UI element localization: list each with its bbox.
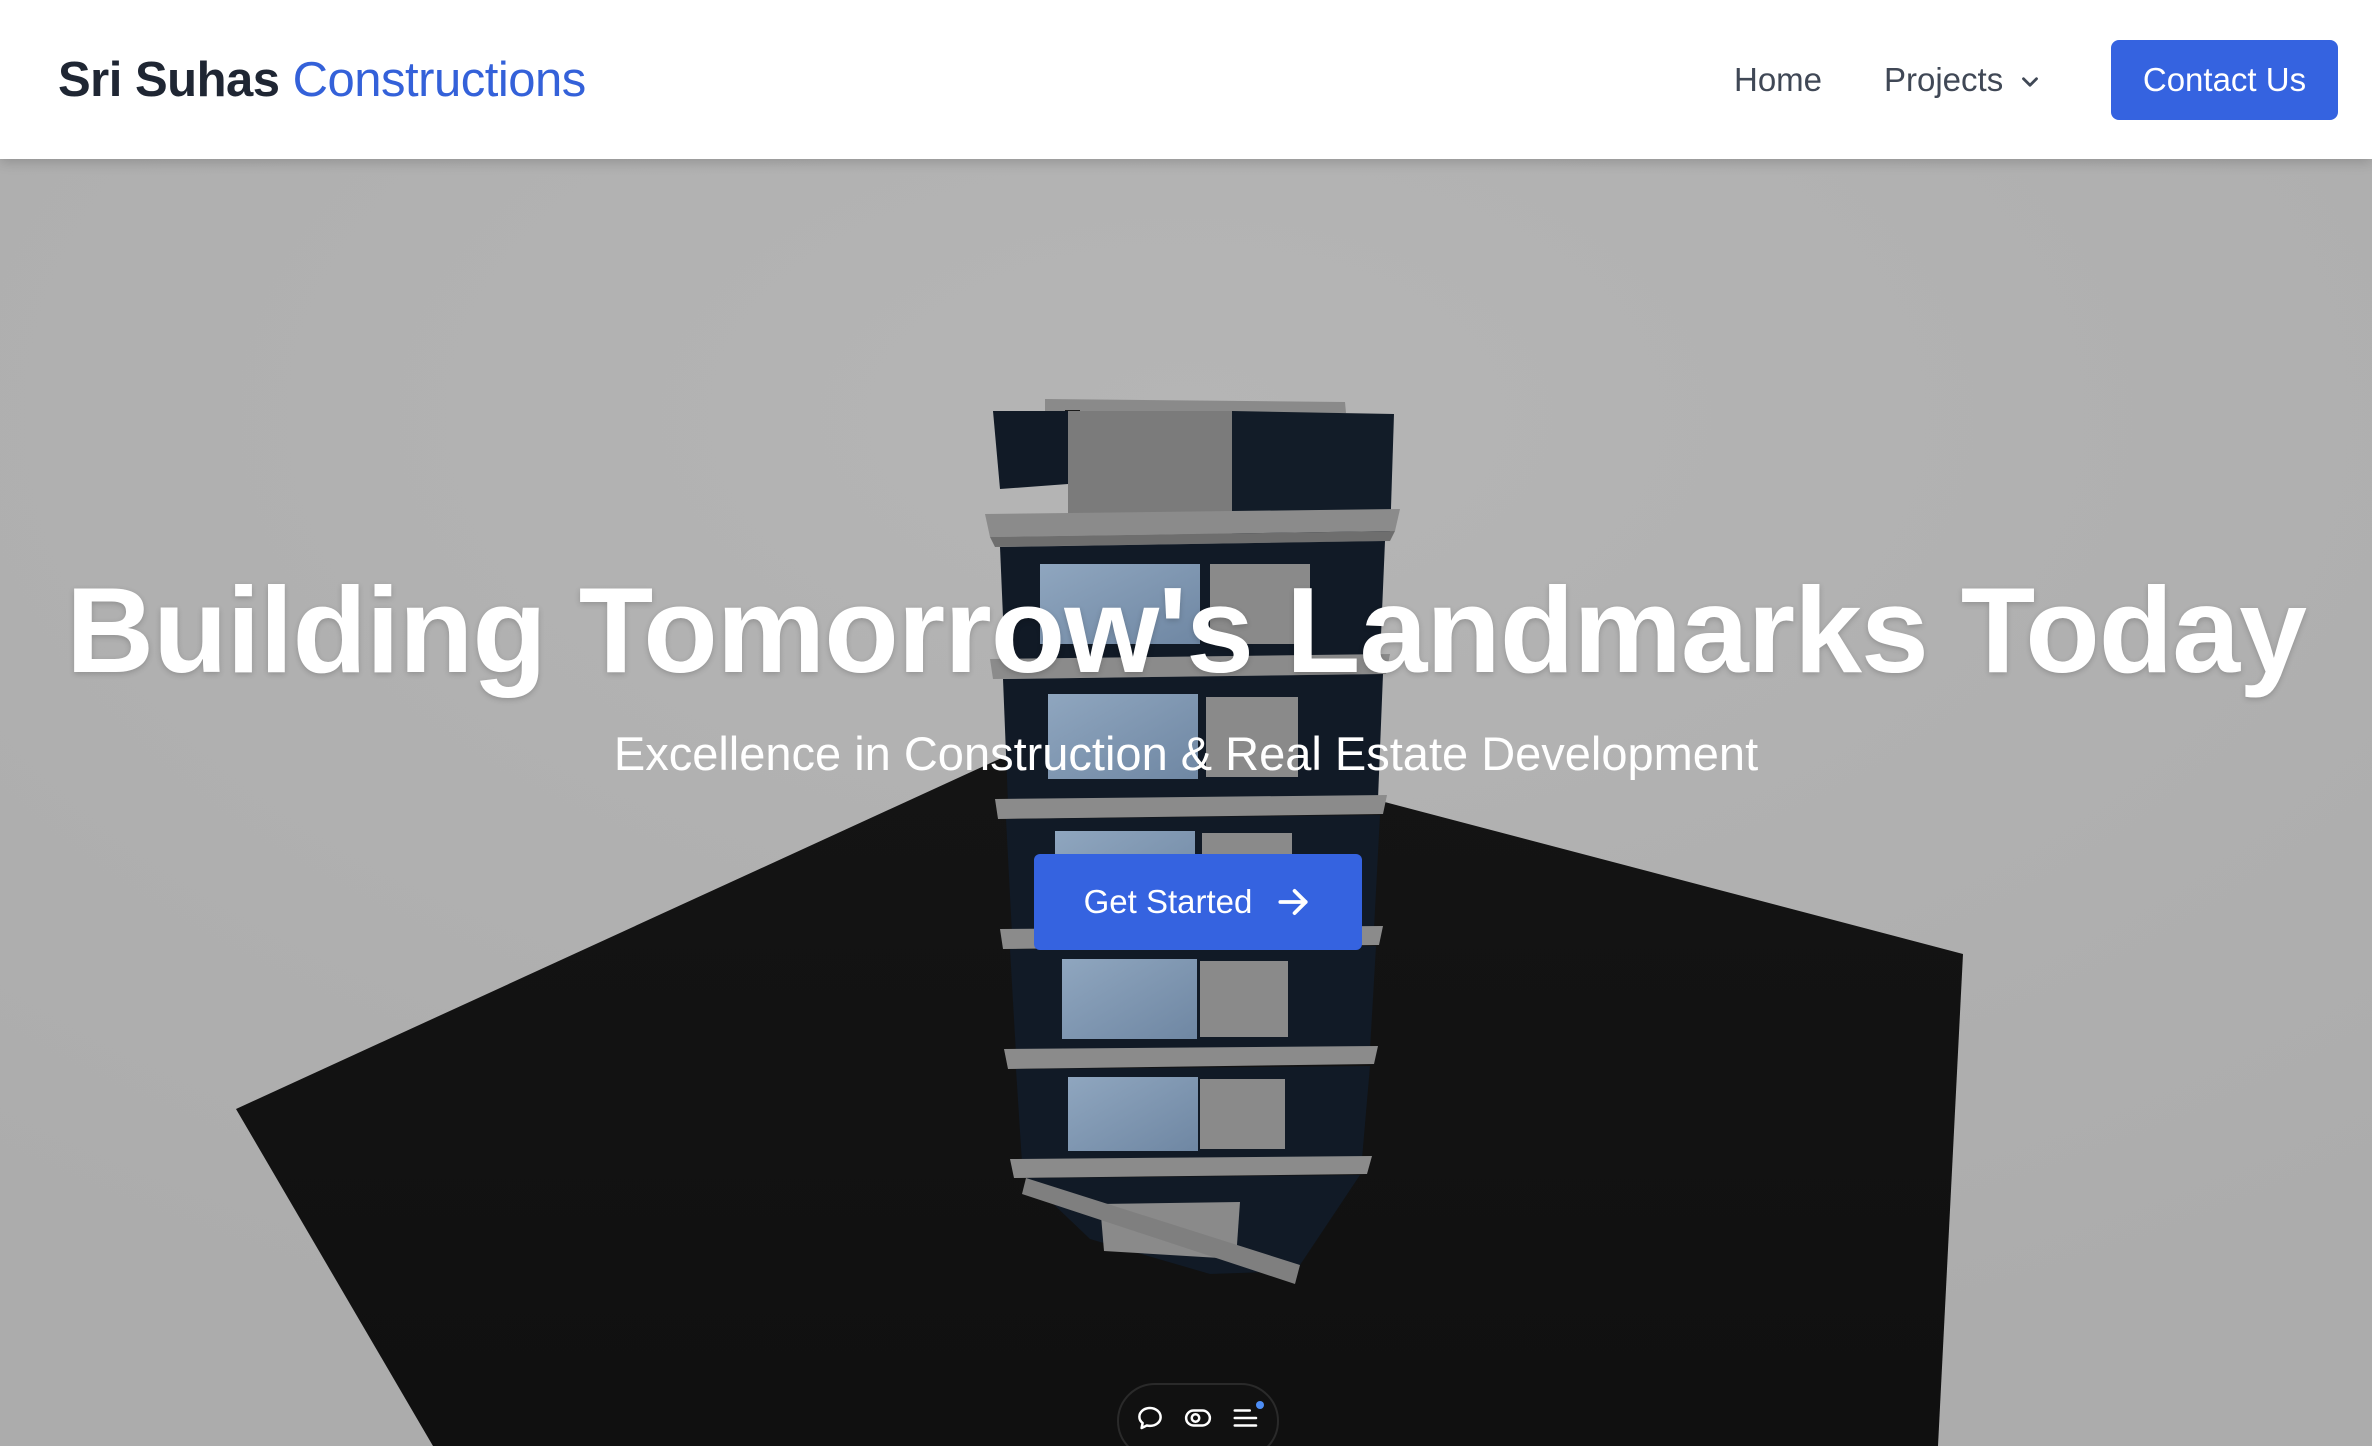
- nav-home-link[interactable]: Home: [1734, 56, 1822, 104]
- eye-icon: [1184, 1409, 1212, 1427]
- arrow-right-icon: [1278, 889, 1308, 915]
- hero-title: Building Tomorrow's Landmarks Today: [66, 562, 2307, 698]
- notification-dot: [1256, 1401, 1264, 1409]
- brand-logo[interactable]: Sri Suhas Constructions: [58, 50, 586, 110]
- comment-button[interactable]: [1135, 1403, 1165, 1433]
- chevron-down-icon: [2022, 77, 2039, 87]
- nav-projects-dropdown[interactable]: Projects: [1884, 56, 2043, 104]
- building-3d-scene[interactable]: [0, 159, 2372, 1446]
- hero-section: Building Tomorrow's Landmarks Today Exce…: [0, 159, 2372, 1446]
- hero-subtitle: Excellence in Construction & Real Estate…: [613, 727, 1759, 780]
- get-started-button[interactable]: Get Started: [1034, 854, 1362, 950]
- list-button[interactable]: [1231, 1401, 1264, 1433]
- floating-toolbar: [1117, 1383, 1279, 1446]
- navbar: Sri Suhas Constructions Home Projects Co…: [0, 0, 2372, 159]
- nav-projects-label: Projects: [1884, 61, 2004, 98]
- get-started-label: Get Started: [1083, 883, 1253, 920]
- brand-name-secondary: Constructions: [292, 53, 587, 107]
- contact-us-button[interactable]: Contact Us: [2111, 40, 2338, 120]
- view-button[interactable]: [1183, 1403, 1213, 1433]
- brand-name-primary: Sri Suhas: [58, 53, 280, 107]
- comment-icon: [1138, 1406, 1162, 1430]
